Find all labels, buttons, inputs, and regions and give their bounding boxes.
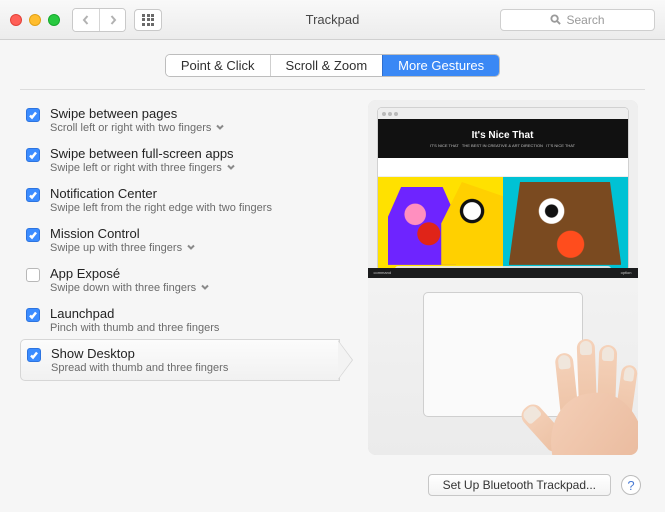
option-desc: Swipe left from the right edge with two … [50, 202, 336, 214]
back-button[interactable] [73, 9, 99, 31]
checkbox[interactable] [26, 108, 40, 122]
show-all-prefs-button[interactable] [134, 9, 162, 31]
checkbox[interactable] [26, 268, 40, 282]
option-title: Mission Control [50, 226, 336, 241]
help-button[interactable]: ? [621, 475, 641, 495]
tab-more-gestures[interactable]: More Gestures [382, 55, 499, 76]
options-list: Swipe between pages Scroll left or right… [20, 100, 340, 466]
option-mission-control[interactable]: Mission Control Swipe up with three fing… [20, 220, 340, 260]
option-title: Swipe between pages [50, 106, 336, 121]
chevron-down-icon [216, 122, 224, 134]
preview-pane: It's Nice ThatIT'S NICE THAT THE BEST IN… [340, 100, 645, 466]
option-desc[interactable]: Swipe up with three fingers [50, 242, 336, 254]
option-desc[interactable]: Scroll left or right with two fingers [50, 122, 336, 134]
minimize-window-button[interactable] [29, 14, 41, 26]
option-swipe-fullscreen[interactable]: Swipe between full-screen apps Swipe lef… [20, 140, 340, 180]
tab-point-click[interactable]: Point & Click [166, 55, 270, 76]
option-title: App Exposé [50, 266, 336, 281]
option-title: Launchpad [50, 306, 336, 321]
checkbox[interactable] [26, 228, 40, 242]
option-desc[interactable]: Swipe down with three fingers [50, 282, 336, 294]
checkbox[interactable] [26, 148, 40, 162]
option-launchpad[interactable]: Launchpad Pinch with thumb and three fin… [20, 300, 340, 340]
content-area: Point & Click Scroll & Zoom More Gesture… [0, 40, 665, 512]
checkbox[interactable] [27, 348, 41, 362]
option-show-desktop[interactable]: Show Desktop Spread with thumb and three… [20, 339, 340, 381]
checkbox[interactable] [26, 308, 40, 322]
setup-bluetooth-button[interactable]: Set Up Bluetooth Trackpad... [428, 474, 611, 496]
search-icon [550, 14, 561, 25]
option-desc: Spread with thumb and three fingers [51, 362, 335, 374]
titlebar: Trackpad Search [0, 0, 665, 40]
forward-button[interactable] [99, 9, 125, 31]
close-window-button[interactable] [10, 14, 22, 26]
panel: Swipe between pages Scroll left or right… [20, 89, 645, 466]
option-swipe-pages[interactable]: Swipe between pages Scroll left or right… [20, 100, 340, 140]
footer: Set Up Bluetooth Trackpad... ? [20, 474, 645, 496]
option-notification-center[interactable]: Notification Center Swipe left from the … [20, 180, 340, 220]
traffic-lights [10, 14, 60, 26]
gesture-video: It's Nice ThatIT'S NICE THAT THE BEST IN… [368, 100, 638, 455]
option-title: Notification Center [50, 186, 336, 201]
chevron-down-icon [201, 282, 209, 294]
search-placeholder: Search [566, 13, 604, 27]
hand-illustration [522, 329, 638, 455]
tab-bar: Point & Click Scroll & Zoom More Gesture… [165, 54, 500, 77]
checkbox[interactable] [26, 188, 40, 202]
chevron-down-icon [187, 242, 195, 254]
nav-back-forward [72, 8, 126, 32]
chevron-down-icon [227, 162, 235, 174]
grid-icon [142, 14, 154, 26]
option-title: Swipe between full-screen apps [50, 146, 336, 161]
option-app-expose[interactable]: App Exposé Swipe down with three fingers [20, 260, 340, 300]
option-desc[interactable]: Swipe left or right with three fingers [50, 162, 336, 174]
option-desc: Pinch with thumb and three fingers [50, 322, 336, 334]
search-field[interactable]: Search [500, 9, 655, 31]
zoom-window-button[interactable] [48, 14, 60, 26]
tab-scroll-zoom[interactable]: Scroll & Zoom [270, 55, 383, 76]
option-title: Show Desktop [51, 346, 335, 361]
